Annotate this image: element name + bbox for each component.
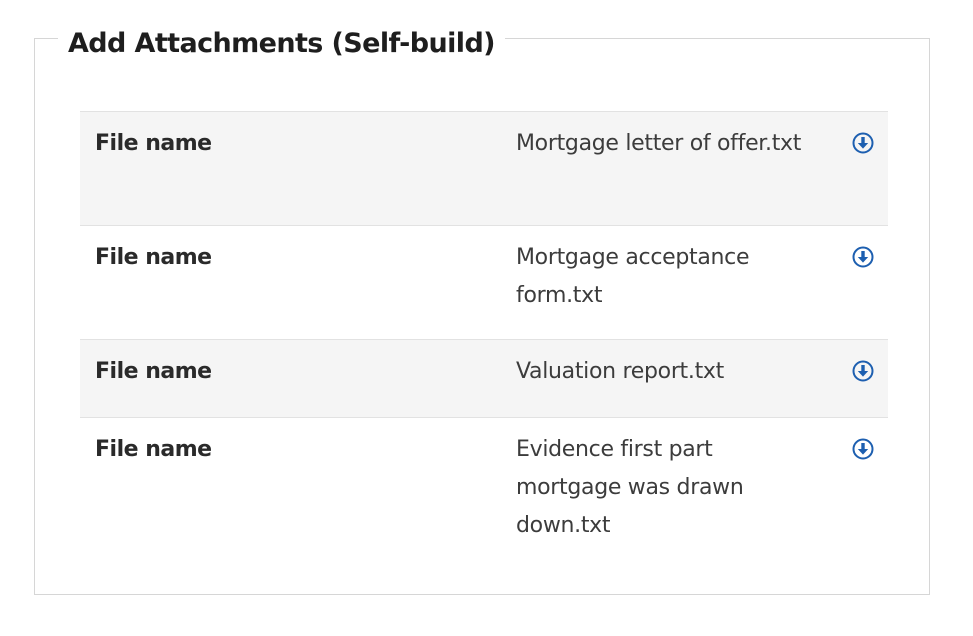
download-icon[interactable] xyxy=(852,360,874,382)
file-name-label: File name xyxy=(95,131,212,156)
file-name-value: Evidence first part mortgage was drawn d… xyxy=(516,437,744,538)
section-title: Add Attachments (Self-build) xyxy=(58,24,505,64)
table-row: File name Evidence first part mortgage w… xyxy=(80,417,888,547)
table-row: File name Valuation report.txt xyxy=(80,339,888,417)
file-name-label: File name xyxy=(95,245,212,270)
download-icon[interactable] xyxy=(852,246,874,268)
download-icon[interactable] xyxy=(852,132,874,154)
download-icon[interactable] xyxy=(852,438,874,460)
file-name-value: Mortgage acceptance form.txt xyxy=(516,245,750,308)
file-name-label: File name xyxy=(95,437,212,462)
file-name-value: Valuation report.txt xyxy=(516,359,724,384)
table-row: File name Mortgage acceptance form.txt xyxy=(80,225,888,339)
table-row: File name Mortgage letter of offer.txt xyxy=(80,111,888,225)
file-name-label: File name xyxy=(95,359,212,384)
file-name-value: Mortgage letter of offer.txt xyxy=(516,131,802,156)
attachments-table: File name Mortgage letter of offer.txt F… xyxy=(80,111,888,547)
